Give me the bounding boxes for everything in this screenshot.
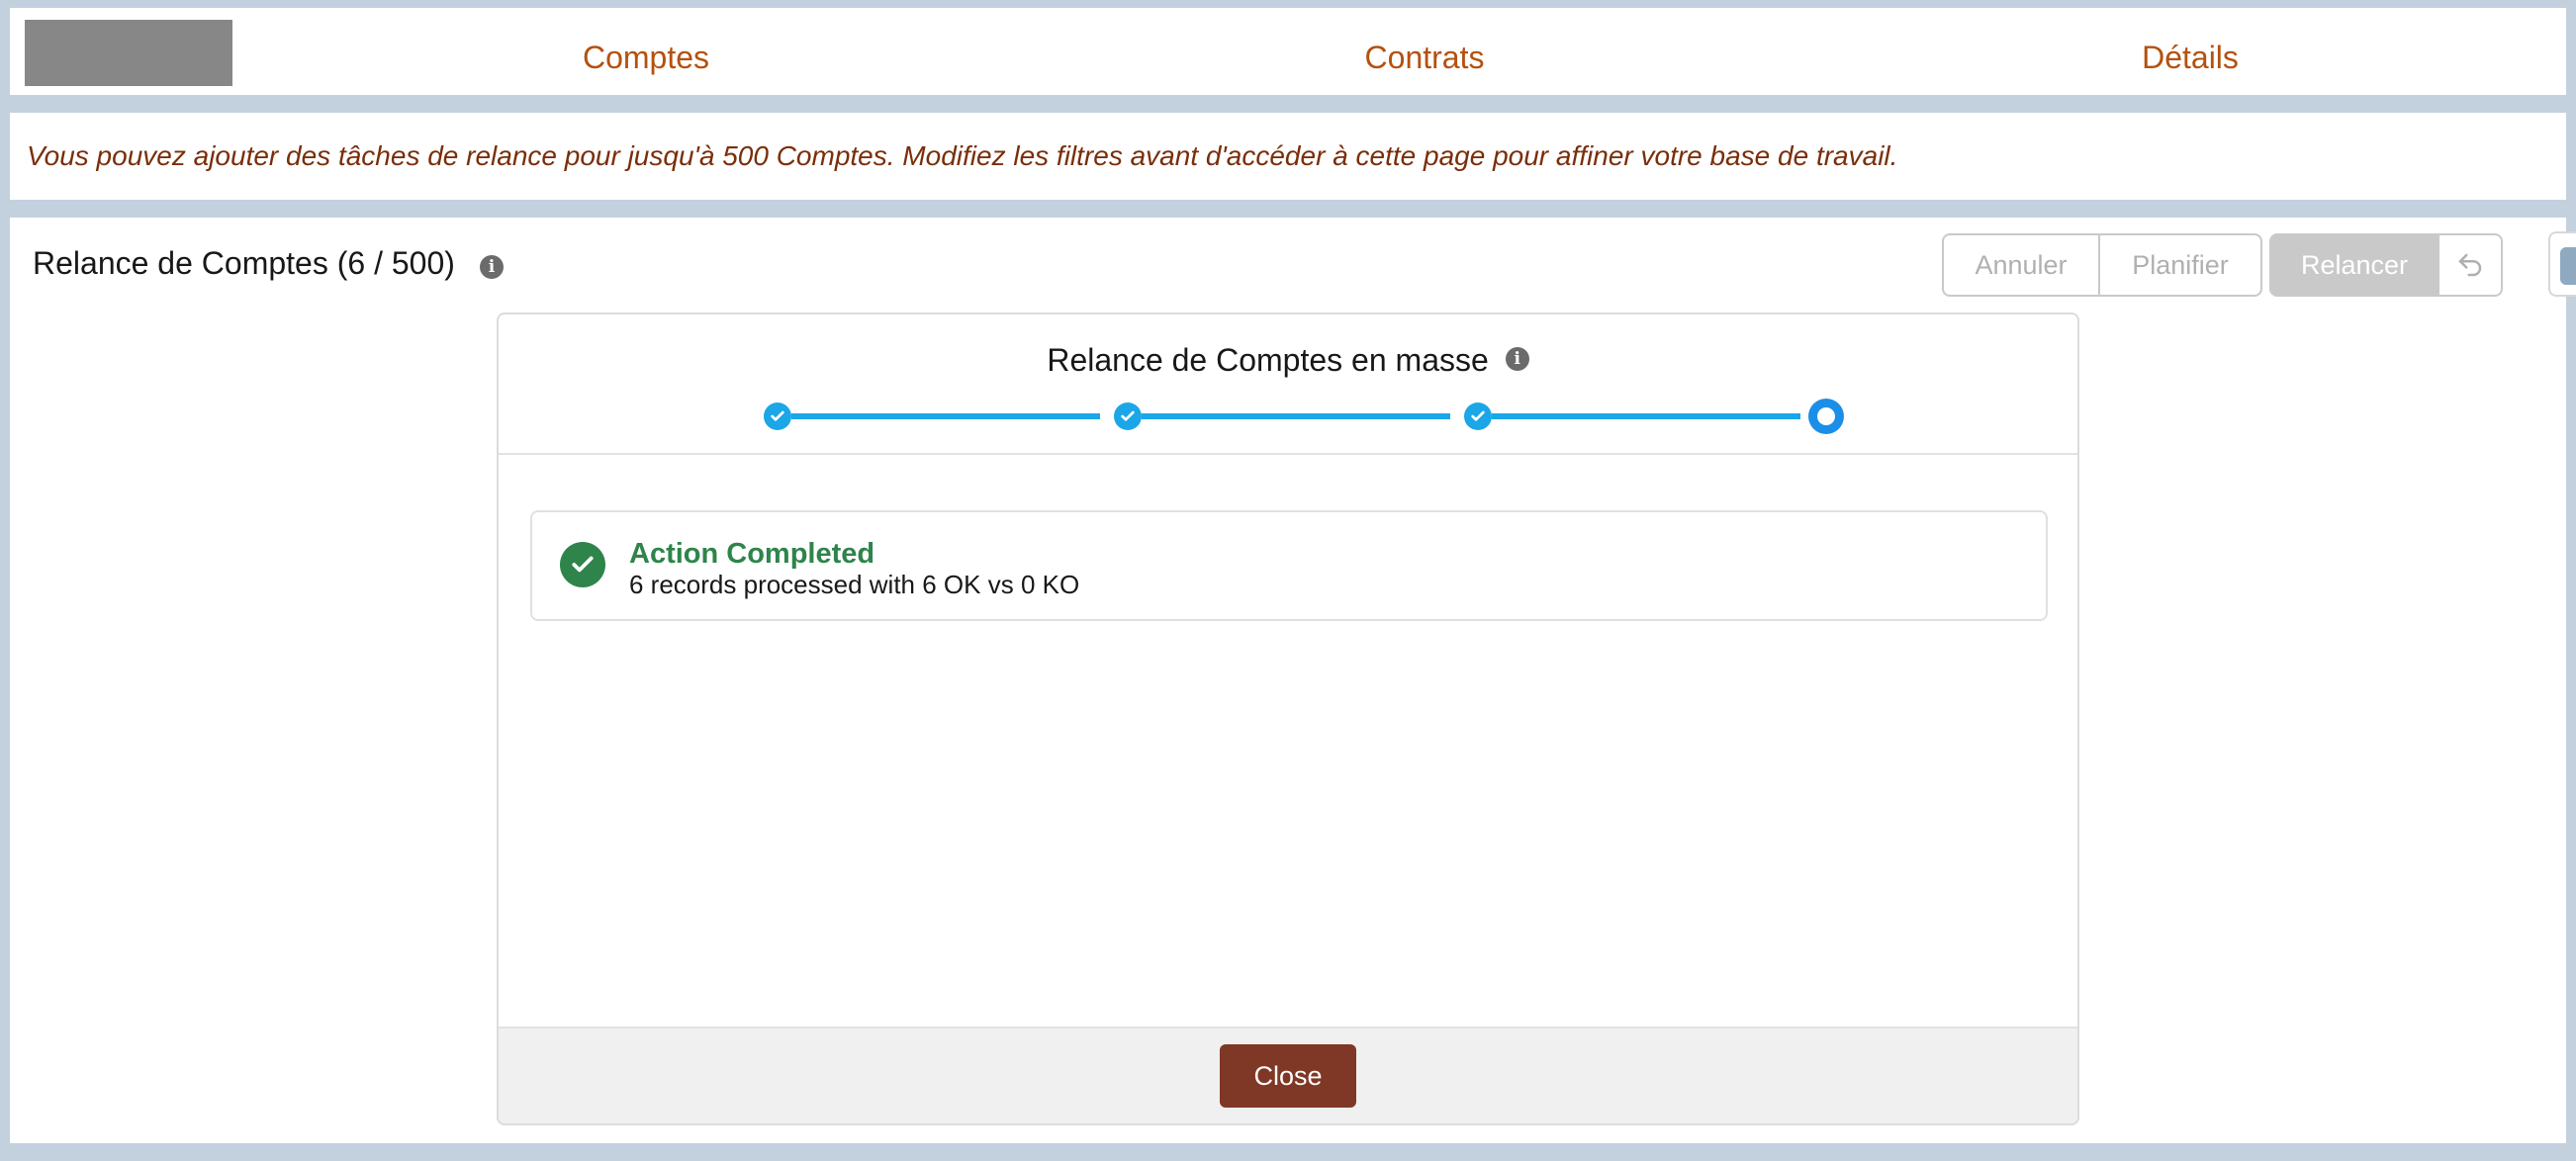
wizard-info-icon[interactable]: i [1505,346,1529,371]
chevron-left-icon [2560,247,2576,285]
planifier-button[interactable]: Planifier [2100,233,2262,297]
step-3-complete[interactable] [1464,402,1492,430]
step-1-complete[interactable] [764,402,791,430]
progress-segment [1142,413,1450,419]
mass-action-wizard: Relance de Comptes en masse i Action Com… [497,313,2079,1125]
success-check-icon [560,542,605,587]
wizard-title-row: Relance de Comptes en masse i [499,342,2077,379]
info-banner: Vous pouvez ajouter des tâches de relanc… [10,113,2566,200]
progress-segment [1492,413,1800,419]
close-button[interactable]: Close [1220,1044,1356,1108]
progress-segment [791,413,1100,419]
step-2-complete[interactable] [1114,402,1142,430]
nav-item-contrats[interactable]: Contrats [1261,8,1588,95]
page-title: Relance de Comptes (6 / 500) [33,245,455,281]
current-step-dot [1817,407,1835,425]
step-4-current[interactable] [1808,399,1844,434]
undo-button[interactable] [2439,233,2503,297]
undo-icon [2458,253,2482,277]
side-panel-tab[interactable] [2548,231,2576,297]
primary-button-group: Relancer [2269,233,2503,297]
relancer-button[interactable]: Relancer [2269,233,2439,297]
nav-item-details[interactable]: Détails [2027,8,2353,95]
check-icon [1471,410,1485,421]
top-nav-bar: Comptes Contrats Détails [10,8,2566,95]
secondary-button-group: Annuler Planifier [1942,233,2262,297]
info-icon[interactable]: i [480,255,504,279]
logo [25,20,232,86]
check-icon [771,410,784,421]
result-title: Action Completed [629,538,875,570]
banner-text: Vous pouvez ajouter des tâches de relanc… [27,140,1898,171]
wizard-title: Relance de Comptes en masse [1047,342,1489,378]
result-notification: Action Completed 6 records processed wit… [530,510,2048,621]
wizard-footer: Close [499,1027,2077,1123]
result-message: 6 records processed with 6 OK vs 0 KO [629,570,1080,599]
wizard-header: Relance de Comptes en masse i [499,314,2077,455]
check-icon [1121,410,1135,421]
nav-item-comptes[interactable]: Comptes [483,8,809,95]
main-panel: Relance de Comptes (6 / 500) i Annuler P… [10,218,2576,1143]
annuler-button[interactable]: Annuler [1942,233,2100,297]
